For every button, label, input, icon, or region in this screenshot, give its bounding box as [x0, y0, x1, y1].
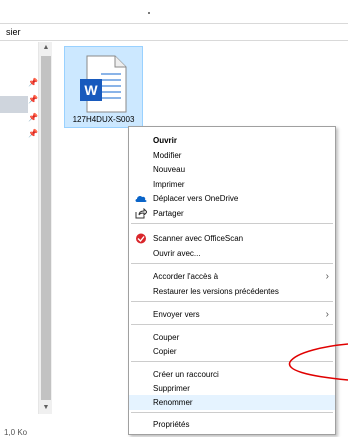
menu-separator — [131, 223, 333, 224]
address-crumb[interactable]: sier — [6, 27, 21, 37]
context-menu: Ouvrir Modifier Nouveau Imprimer Déplace… — [128, 126, 336, 435]
menu-item-label: Déplacer vers OneDrive — [153, 194, 239, 203]
onedrive-cloud-icon — [135, 195, 147, 202]
menu-item-restore-versions[interactable]: Restaurer les versions précédentes — [129, 284, 335, 299]
menu-item-share[interactable]: Partager — [129, 206, 335, 221]
scroll-thumb[interactable] — [41, 56, 51, 400]
chevron-right-icon: › — [325, 309, 329, 320]
ribbon-area — [0, 0, 348, 24]
menu-item-open-with[interactable]: Ouvrir avec... — [129, 246, 335, 261]
word-document-icon: W — [80, 55, 127, 113]
nav-scrollbar[interactable]: ▲ ▼ — [38, 42, 52, 414]
annotation-circle — [288, 343, 348, 381]
menu-item-properties[interactable]: Propriétés — [129, 417, 335, 432]
scroll-up-icon[interactable]: ▲ — [39, 42, 53, 54]
nav-item-selected[interactable] — [0, 96, 28, 113]
chevron-right-icon: › — [325, 271, 329, 282]
menu-item-send-to[interactable]: Envoyer vers › — [129, 307, 335, 322]
menu-item-label: Accorder l'accès à — [153, 272, 219, 281]
menu-item-move-onedrive[interactable]: Déplacer vers OneDrive — [129, 191, 335, 206]
menu-item-edit[interactable]: Modifier — [129, 148, 335, 163]
menu-separator — [131, 263, 333, 264]
menu-item-label: Scanner avec OfficeScan — [153, 234, 244, 243]
scroll-down-icon[interactable]: ▼ — [39, 402, 53, 414]
share-icon — [135, 208, 147, 219]
menu-item-grant-access[interactable]: Accorder l'accès à › — [129, 269, 335, 284]
navigation-pane: 📌 📌 📌 📌 — [0, 41, 38, 437]
file-name-label: 127H4DUX-S003 — [72, 115, 135, 124]
file-item[interactable]: W 127H4DUX-S003 — [64, 46, 143, 128]
officescan-icon — [136, 233, 146, 244]
menu-separator — [131, 301, 333, 302]
menu-item-rename[interactable]: Renommer — [129, 395, 335, 410]
status-text: 1,0 Ko — [4, 428, 28, 437]
address-bar[interactable]: sier — [0, 24, 348, 41]
menu-item-label: Partager — [153, 209, 184, 218]
pin-icon[interactable]: 📌 — [28, 95, 38, 105]
menu-separator — [131, 324, 333, 325]
pin-icon[interactable]: 📌 — [28, 78, 38, 88]
menu-item-new[interactable]: Nouveau — [129, 162, 335, 177]
menu-item-scan[interactable]: Scanner avec OfficeScan — [129, 231, 335, 246]
menu-item-print[interactable]: Imprimer — [129, 177, 335, 192]
pin-icon[interactable]: 📌 — [28, 113, 38, 123]
menu-separator — [131, 412, 333, 413]
menu-item-open[interactable]: Ouvrir — [129, 133, 335, 148]
menu-item-delete[interactable]: Supprimer — [129, 381, 335, 396]
svg-text:W: W — [84, 82, 98, 98]
menu-item-label: Envoyer vers — [153, 310, 200, 319]
pin-icon[interactable]: 📌 — [28, 129, 38, 139]
ribbon-marker — [148, 12, 150, 14]
